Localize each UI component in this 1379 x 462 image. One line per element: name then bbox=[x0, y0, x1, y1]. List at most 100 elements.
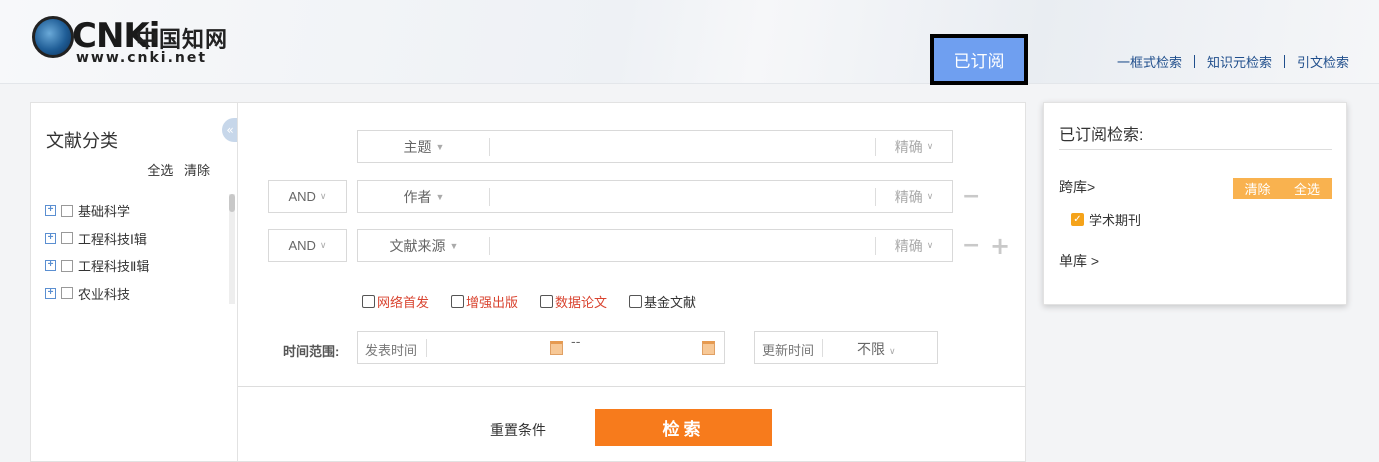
match-label: 精确 bbox=[894, 188, 923, 205]
field-select-label: 作者 bbox=[403, 188, 432, 205]
chevron-down-icon: ∨ bbox=[926, 240, 934, 250]
category-clear[interactable]: 清除 bbox=[184, 163, 210, 178]
divider bbox=[822, 339, 823, 357]
search-button[interactable]: 检索 bbox=[595, 409, 772, 446]
clear-button[interactable]: 清除 bbox=[1233, 178, 1282, 199]
link-citation-search[interactable]: 引文检索 bbox=[1285, 52, 1349, 71]
subscribed-panel: 已订阅检索: 跨库> 清除 全选 ✓ 学术期刊 单库 > bbox=[1043, 102, 1347, 305]
chevron-down-icon: ∨ bbox=[926, 191, 934, 201]
expand-icon[interactable]: + bbox=[45, 205, 56, 217]
publish-date-range: 发表时间 -- bbox=[357, 331, 725, 364]
update-time-value: 不限 ∨ bbox=[857, 339, 896, 359]
option-label: 基金文献 bbox=[644, 295, 697, 310]
reset-button[interactable]: 重置条件 bbox=[490, 420, 546, 440]
category-item: + 农业科技 bbox=[45, 280, 149, 308]
category-checkbox[interactable] bbox=[61, 232, 73, 245]
logic-select[interactable]: AND ∨ bbox=[268, 180, 347, 213]
calendar-icon[interactable] bbox=[702, 341, 715, 355]
checkbox[interactable] bbox=[540, 295, 554, 308]
select-all-button[interactable]: 全选 bbox=[1282, 178, 1332, 199]
caret-down-icon: ▼ bbox=[435, 191, 445, 202]
search-row: AND ∨ 文献来源 ▼ 精确 ∨ − + bbox=[238, 229, 1025, 262]
cross-db-label[interactable]: 跨库> bbox=[1059, 177, 1095, 197]
subscribed-button[interactable]: 已订阅 bbox=[930, 34, 1028, 85]
globe-icon bbox=[32, 16, 74, 58]
match-select[interactable]: 精确 ∨ bbox=[876, 230, 952, 261]
expand-icon[interactable]: + bbox=[45, 232, 56, 244]
checkbox[interactable] bbox=[362, 295, 375, 308]
scrollbar-thumb[interactable] bbox=[229, 194, 235, 212]
option-label: 网络首发 bbox=[377, 295, 430, 310]
field-select[interactable]: 作者 ▼ bbox=[358, 181, 490, 212]
category-checkbox[interactable] bbox=[61, 287, 73, 300]
field-select-label: 文献来源 bbox=[389, 237, 446, 254]
category-label[interactable]: 工程科技Ⅱ辑 bbox=[78, 256, 149, 275]
match-select[interactable]: 精确 ∨ bbox=[876, 181, 952, 212]
option-online-first[interactable]: 网络首发 bbox=[362, 292, 429, 311]
divider bbox=[489, 237, 490, 255]
expand-icon[interactable]: + bbox=[45, 260, 56, 272]
category-scrollbar[interactable] bbox=[229, 194, 235, 304]
search-field-box: 文献来源 ▼ 精确 ∨ bbox=[357, 229, 953, 262]
update-value-label: 不限 bbox=[857, 341, 885, 357]
caret-down-icon: ▼ bbox=[435, 141, 445, 152]
caret-down-icon: ▼ bbox=[449, 240, 459, 251]
update-time-select[interactable]: 更新时间 不限 ∨ bbox=[754, 331, 938, 364]
checkbox[interactable] bbox=[629, 295, 643, 308]
academic-journal-option[interactable]: ✓ 学术期刊 bbox=[1071, 210, 1141, 229]
category-checkbox[interactable] bbox=[61, 204, 73, 217]
divider bbox=[1059, 149, 1332, 150]
category-item: + 基础科学 bbox=[45, 197, 149, 225]
expand-icon[interactable]: + bbox=[45, 287, 56, 299]
category-label[interactable]: 农业科技 bbox=[78, 284, 130, 303]
date-separator: -- bbox=[571, 335, 581, 350]
divider bbox=[426, 339, 427, 357]
field-select[interactable]: 主题 ▼ bbox=[358, 131, 490, 162]
checkbox[interactable] bbox=[451, 295, 465, 308]
link-simple-search[interactable]: 一框式检索 bbox=[1105, 52, 1194, 71]
category-tree: + 基础科学 + 工程科技Ⅰ辑 + 工程科技Ⅱ辑 + 农业科技 bbox=[45, 197, 149, 307]
match-label: 精确 bbox=[894, 138, 923, 155]
add-row-icon[interactable]: + bbox=[990, 229, 1010, 262]
search-row: AND ∨ 作者 ▼ 精确 ∨ − bbox=[238, 180, 1025, 213]
category-checkbox[interactable] bbox=[61, 259, 73, 272]
logic-label: AND bbox=[288, 238, 316, 253]
match-select[interactable]: 精确 ∨ bbox=[876, 131, 952, 162]
logic-label: AND bbox=[288, 189, 316, 204]
field-select-label: 主题 bbox=[403, 138, 432, 155]
cnki-logo[interactable]: CNKi 中国知网 www.cnki.net bbox=[32, 14, 232, 66]
search-input-source[interactable] bbox=[493, 232, 871, 259]
search-input-author[interactable] bbox=[493, 183, 871, 210]
search-options: 网络首发 增强出版 数据论文 基金文献 bbox=[362, 292, 718, 311]
publish-date-placeholder: 发表时间 bbox=[365, 343, 418, 358]
field-select[interactable]: 文献来源 ▼ bbox=[358, 230, 490, 261]
journal-label: 学术期刊 bbox=[1089, 213, 1142, 228]
checkmark-icon[interactable]: ✓ bbox=[1071, 213, 1084, 226]
logo-url: www.cnki.net bbox=[76, 50, 208, 66]
single-db-label[interactable]: 单库 > bbox=[1059, 251, 1099, 271]
top-nav: 一框式检索 知识元检索 引文检索 bbox=[1105, 52, 1349, 71]
option-data-paper[interactable]: 数据论文 bbox=[540, 292, 607, 311]
option-enhanced[interactable]: 增强出版 bbox=[451, 292, 518, 311]
search-panel: 主题 ▼ 精确 ∨ AND ∨ 作者 ▼ 精确 ∨ − AND ∨ 文献来源 ▼ 精确 ∨ − … bbox=[237, 102, 1026, 462]
chevron-down-icon: ∨ bbox=[889, 346, 896, 356]
category-label[interactable]: 基础科学 bbox=[78, 201, 130, 220]
category-panel: 文献分类 全选 清除 + 基础科学 + 工程科技Ⅰ辑 + 工程科技Ⅱ辑 + 农业… bbox=[30, 102, 237, 462]
category-item: + 工程科技Ⅱ辑 bbox=[45, 252, 149, 280]
remove-row-icon[interactable]: − bbox=[962, 180, 980, 213]
remove-row-icon[interactable]: − bbox=[962, 229, 980, 262]
calendar-icon[interactable] bbox=[550, 341, 563, 355]
logic-select[interactable]: AND ∨ bbox=[268, 229, 347, 262]
link-knowledge-search[interactable]: 知识元检索 bbox=[1195, 52, 1284, 71]
chevron-down-icon: ∨ bbox=[319, 191, 327, 201]
search-field-box: 作者 ▼ 精确 ∨ bbox=[357, 180, 953, 213]
option-fund[interactable]: 基金文献 bbox=[629, 292, 696, 311]
section-divider bbox=[238, 386, 1025, 387]
category-select-all[interactable]: 全选 bbox=[147, 163, 173, 178]
category-label[interactable]: 工程科技Ⅰ辑 bbox=[78, 229, 147, 248]
search-field-box: 主题 ▼ 精确 ∨ bbox=[357, 130, 953, 163]
divider bbox=[489, 138, 490, 156]
search-input-topic[interactable] bbox=[493, 133, 871, 160]
search-row: 主题 ▼ 精确 ∨ bbox=[238, 130, 1025, 163]
option-label: 增强出版 bbox=[466, 295, 519, 310]
